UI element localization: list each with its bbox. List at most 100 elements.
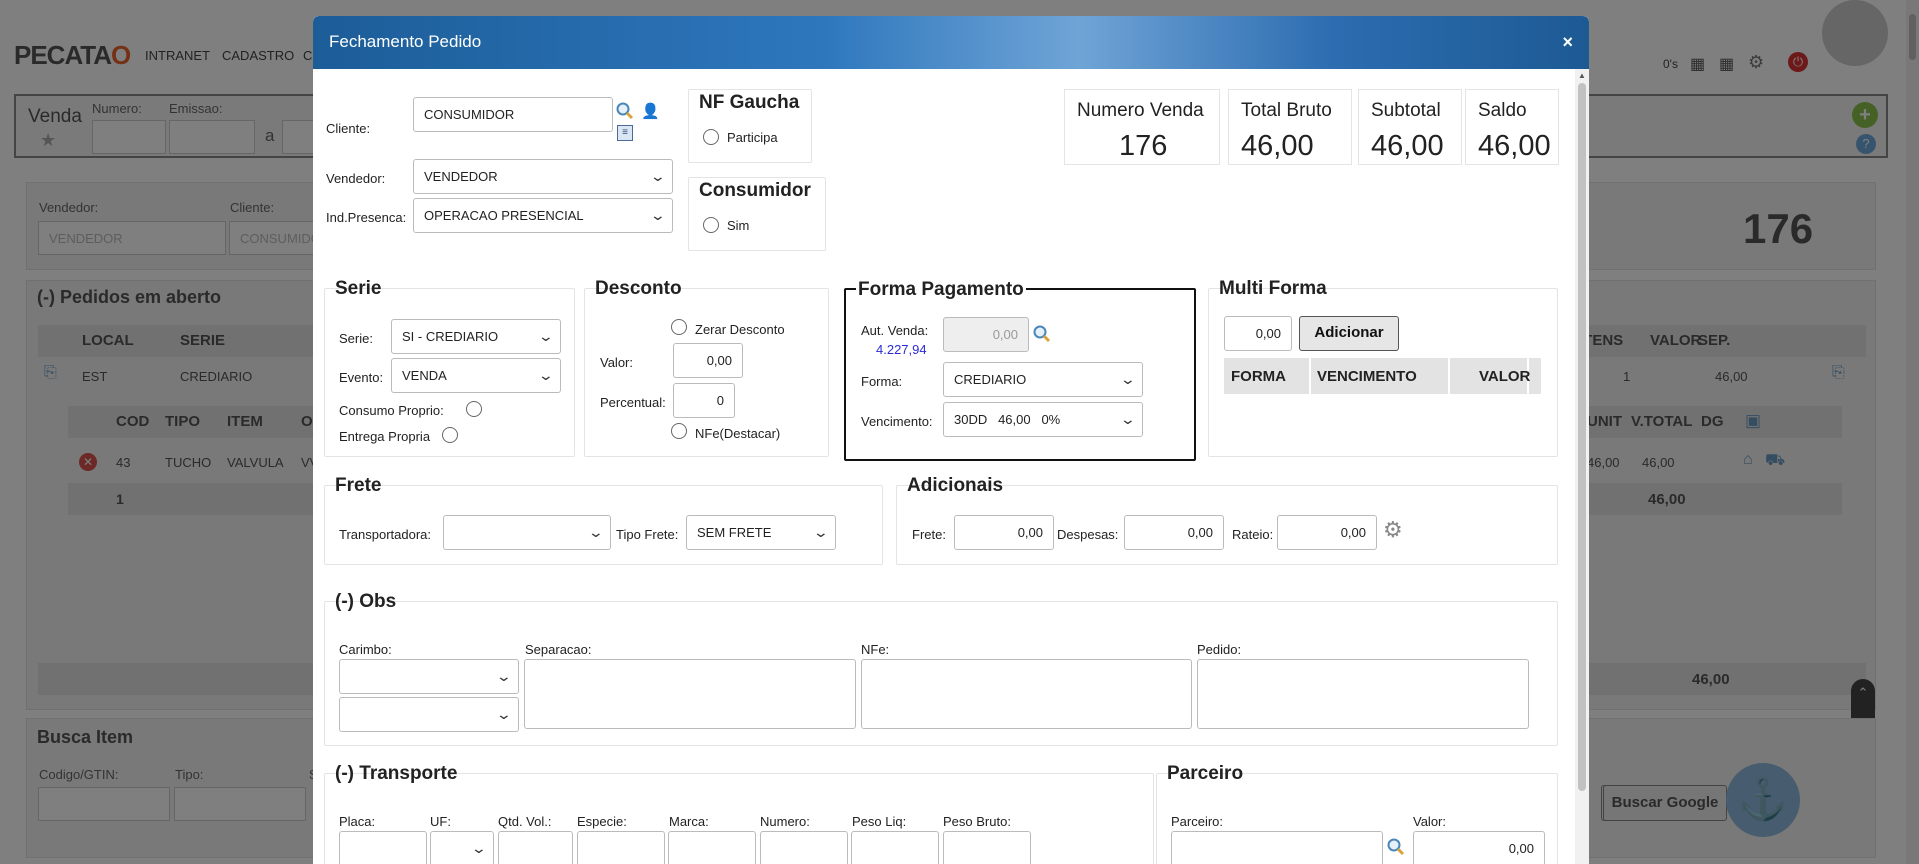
parceiro-valor-label: Valor: <box>1413 814 1446 829</box>
consumidor-sim-radio[interactable] <box>703 217 719 233</box>
desconto-valor-input[interactable]: 0,00 <box>673 343 743 378</box>
nfe-obs-textarea[interactable] <box>861 659 1192 729</box>
serie-title: Serie <box>335 278 382 299</box>
vendedor-value: VENDEDOR <box>424 169 498 184</box>
serie-select[interactable]: SI - CREDIARIO ⌄ <box>391 319 561 354</box>
parceiro-input[interactable] <box>1171 831 1383 864</box>
entrega-propria-radio[interactable] <box>442 427 458 443</box>
col-forma: FORMA <box>1231 368 1286 385</box>
carimbo-select-1[interactable]: ⌄ <box>339 659 519 694</box>
consumo-proprio-radio[interactable] <box>466 401 482 417</box>
obs-title[interactable]: (-) Obs <box>335 591 396 613</box>
stat-value: 46,00 <box>1478 130 1551 162</box>
fechamento-pedido-modal: Fechamento Pedido × Cliente: CONSUMIDOR … <box>313 16 1589 864</box>
modal-scroll-thumb[interactable] <box>1578 83 1586 791</box>
chevron-down-icon: ⌄ <box>537 367 555 383</box>
especie-input[interactable] <box>577 831 665 864</box>
multi-forma-box: Multi Forma 0,00 Adicionar FORMA VENCIME… <box>1208 278 1558 457</box>
serie-box: Serie Serie: SI - CREDIARIO ⌄ Evento: VEN… <box>324 278 575 457</box>
adic-frete-input[interactable]: 0,00 <box>954 515 1054 550</box>
forma-pagamento-title: Forma Pagamento <box>856 279 1026 301</box>
qtd-vol-input[interactable] <box>498 831 573 864</box>
vendedor-select[interactable]: VENDEDOR ⌄ <box>413 159 673 194</box>
separacao-textarea[interactable] <box>524 659 856 729</box>
frete-title: Frete <box>335 475 382 496</box>
aut-venda-input[interactable]: 0,00 <box>943 317 1029 352</box>
cliente-input[interactable]: CONSUMIDOR <box>413 97 613 132</box>
despesas-input[interactable]: 0,00 <box>1124 515 1224 550</box>
modal-title: Fechamento Pedido <box>329 32 482 51</box>
stat-value: 46,00 <box>1241 130 1314 162</box>
multi-forma-input[interactable]: 0,00 <box>1224 316 1292 351</box>
notes-icon[interactable]: ≡ <box>617 125 633 141</box>
serie-label: Serie: <box>339 331 373 346</box>
uf-label: UF: <box>430 814 451 829</box>
pedido-obs-label: Pedido: <box>1197 642 1242 657</box>
transporte-box: (-) Transporte Placa: UF: ⌄ Qtd. Vol.: E… <box>324 763 1154 864</box>
stat-numero-venda: Numero Venda 176 <box>1064 89 1220 165</box>
zerar-desconto-radio[interactable] <box>671 319 687 335</box>
cliente-label: Cliente: <box>326 121 371 136</box>
chevron-down-icon: ⌄ <box>812 524 830 540</box>
pedido-obs-textarea[interactable] <box>1197 659 1529 729</box>
marca-input[interactable] <box>668 831 756 864</box>
chevron-down-icon: ⌄ <box>1119 411 1137 427</box>
parceiro-valor-input[interactable]: 0,00 <box>1413 831 1545 864</box>
nfe-obs-label: NFe: <box>861 642 890 657</box>
close-icon[interactable]: × <box>1562 32 1573 53</box>
aut-venda-label: Aut. Venda: <box>861 323 929 338</box>
ind-presenca-select[interactable]: OPERACAO PRESENCIAL ⌄ <box>413 198 673 233</box>
ind-presenca-label: Ind.Presenca: <box>326 210 407 225</box>
scroll-up-icon[interactable]: ▲ <box>1578 71 1586 80</box>
adicionais-box: Adicionais Frete: 0,00 Despesas: 0,00 Ra… <box>896 475 1558 565</box>
evento-select[interactable]: VENDA ⌄ <box>391 358 561 393</box>
peso-liq-input[interactable] <box>851 831 939 864</box>
percentual-input[interactable]: 0 <box>673 383 735 418</box>
transportadora-select[interactable]: ⌄ <box>443 515 611 550</box>
despesas-label: Despesas: <box>1057 527 1119 542</box>
search-icon[interactable] <box>1387 838 1405 856</box>
stat-total-bruto: Total Bruto 46,00 <box>1228 89 1352 165</box>
stat-title: Total Bruto <box>1241 100 1332 121</box>
peso-bruto-label: Peso Bruto: <box>943 814 1011 829</box>
modal-header: Fechamento Pedido × <box>313 16 1589 69</box>
consumidor-title: Consumidor <box>699 180 811 201</box>
tipo-frete-label: Tipo Frete: <box>616 527 679 542</box>
adicionar-button[interactable]: Adicionar <box>1299 316 1399 351</box>
chevron-down-icon: ⌄ <box>470 840 488 856</box>
peso-bruto-input[interactable] <box>943 831 1031 864</box>
evento-value: VENDA <box>402 368 447 383</box>
vencimento-value: 30DD 46,00 0% <box>954 412 1061 427</box>
col-vencimento: VENCIMENTO <box>1317 368 1417 385</box>
search-icon[interactable] <box>1033 325 1051 343</box>
parceiro-box: Parceiro Parceiro: Valor: 0,00 <box>1156 763 1558 864</box>
desconto-valor-label: Valor: <box>600 355 633 370</box>
stat-saldo: Saldo 46,00 <box>1465 89 1559 165</box>
vencimento-select[interactable]: 30DD 46,00 0% ⌄ <box>943 402 1143 437</box>
qtd-vol-label: Qtd. Vol.: <box>498 814 552 829</box>
placa-input[interactable] <box>339 831 427 864</box>
gear-icon[interactable]: ⚙ <box>1383 517 1403 543</box>
participa-radio[interactable] <box>703 129 719 145</box>
nfe-destacar-radio[interactable] <box>671 423 687 439</box>
parceiro-label: Parceiro: <box>1171 814 1224 829</box>
uf-select[interactable]: ⌄ <box>430 831 494 864</box>
search-icon[interactable] <box>616 102 634 120</box>
add-client-icon[interactable]: 👤 <box>641 102 660 120</box>
col-divider <box>1309 358 1311 394</box>
consumidor-box: Consumidor Sim <box>688 177 826 251</box>
transporte-title[interactable]: (-) Transporte <box>335 763 457 785</box>
carimbo-select-2[interactable]: ⌄ <box>339 697 519 732</box>
forma-select[interactable]: CREDIARIO ⌄ <box>943 362 1143 397</box>
numero-input[interactable] <box>760 831 848 864</box>
adic-frete-label: Frete: <box>912 527 946 542</box>
tipo-frete-select[interactable]: SEM FRETE ⌄ <box>686 515 836 550</box>
stat-title: Numero Venda <box>1077 100 1204 121</box>
modal-scrollbar[interactable]: ▲ <box>1575 69 1589 864</box>
stat-value: 176 <box>1119 130 1168 162</box>
rateio-label: Rateio: <box>1232 527 1274 542</box>
desconto-title: Desconto <box>595 278 682 299</box>
placa-label: Placa: <box>339 814 376 829</box>
rateio-input[interactable]: 0,00 <box>1277 515 1377 550</box>
vencimento-label: Vencimento: <box>861 414 933 429</box>
